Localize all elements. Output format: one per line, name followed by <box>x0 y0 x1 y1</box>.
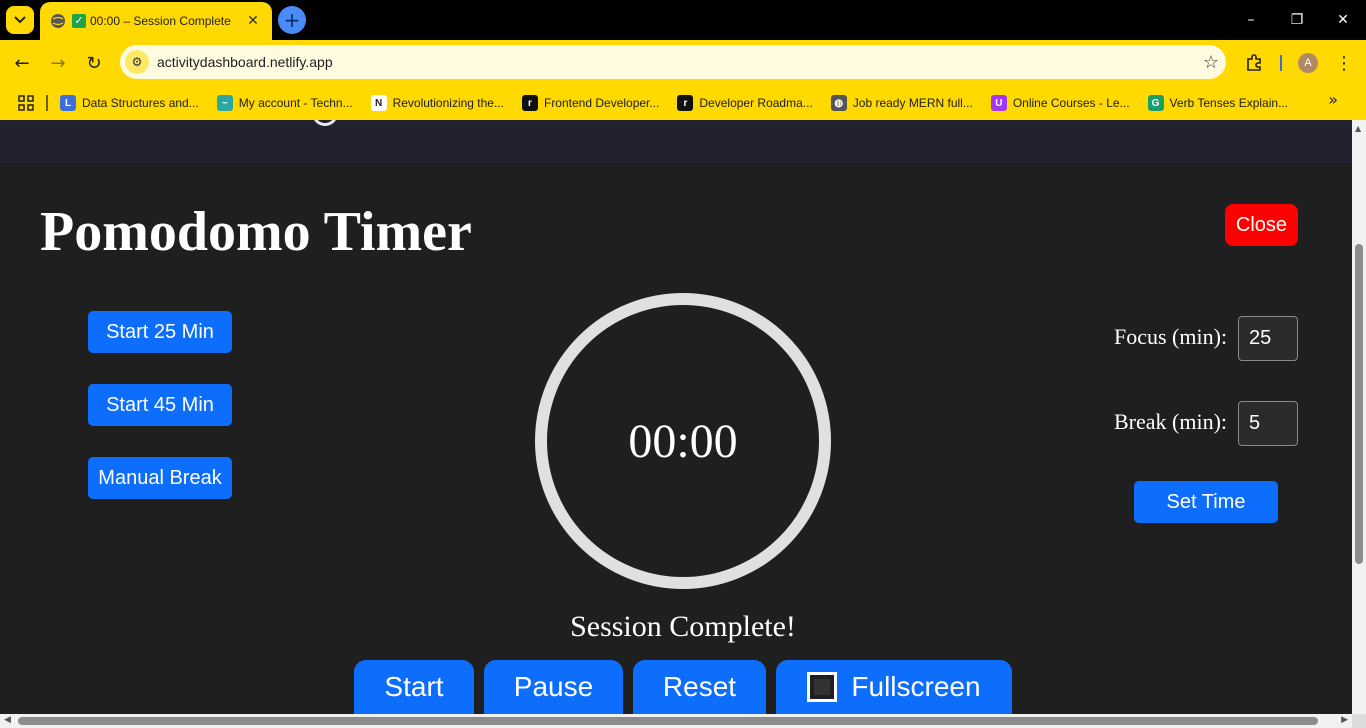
set-time-button[interactable]: Set Time <box>1134 481 1278 523</box>
bookmark-favicon-icon: r <box>677 95 694 111</box>
window-close-icon[interactable]: ✕ <box>1320 0 1366 40</box>
active-tab[interactable]: ✓ 00:00 – Session Complete ✕ <box>40 2 272 40</box>
top-banner <box>0 120 1352 163</box>
fullscreen-button[interactable]: Fullscreen <box>776 660 1012 714</box>
scroll-right-icon[interactable]: ▶ <box>1341 715 1348 725</box>
timer-dial: 00:00 <box>535 293 831 589</box>
bookmark-star-icon[interactable]: ☆ <box>1196 52 1226 73</box>
url-text[interactable]: activitydashboard.netlify.app <box>157 54 1196 70</box>
bookmark-favicon-icon: ~ <box>216 95 233 111</box>
tab-title: 00:00 – Session Complete <box>90 14 231 28</box>
bookmark-label: My account - Techn... <box>238 96 353 110</box>
focus-minutes-input[interactable] <box>1238 316 1298 361</box>
fullscreen-label: Fullscreen <box>851 671 981 702</box>
minimize-icon[interactable]: – <box>1228 0 1274 40</box>
checkmark-icon: ✓ <box>72 14 86 28</box>
bookmark-favicon-icon: G <box>1147 95 1164 111</box>
start-button[interactable]: Start <box>354 660 474 714</box>
horizontal-scroll-thumb[interactable] <box>18 717 1318 725</box>
tab-strip: ✓ 00:00 – Session Complete ✕ + – ❐ ✕ <box>0 0 1366 40</box>
reload-icon[interactable]: ↻ <box>80 49 108 77</box>
bookmark-favicon-icon: U <box>990 95 1007 111</box>
toolbar-divider <box>1280 55 1282 71</box>
back-arrow-icon[interactable]: ← <box>8 49 36 77</box>
tab-search-button[interactable] <box>6 6 34 34</box>
address-bar[interactable]: ⚙ activitydashboard.netlify.app ☆ <box>120 45 1226 79</box>
bookmark-favicon-icon: r <box>521 95 538 111</box>
puzzle-icon <box>1247 54 1261 71</box>
focus-label: Focus (min): <box>1114 324 1228 349</box>
bookmark-list: L Data Structures and... ~ My account - Tec… <box>60 89 1306 117</box>
reset-button[interactable]: Reset <box>633 660 766 714</box>
site-settings-icon[interactable]: ⚙ <box>125 50 149 74</box>
bookmark-favicon-icon: N <box>370 95 387 111</box>
bookmark-item[interactable]: ◍ Job ready MERN full... <box>830 89 973 117</box>
forward-arrow-icon[interactable]: → <box>44 49 72 77</box>
chevron-down-icon <box>14 16 26 24</box>
timer-display: 00:00 <box>628 414 738 468</box>
horizontal-scrollbar[interactable]: ◀ ▶ <box>0 714 1352 728</box>
apps-grid-icon[interactable] <box>14 91 38 115</box>
manual-break-button[interactable]: Manual Break <box>88 457 232 499</box>
bookmarks-bar: L Data Structures and... ~ My account - Tec… <box>0 86 1366 120</box>
banner-glyph-fragment <box>312 120 338 126</box>
bookmark-favicon-icon: L <box>60 95 76 111</box>
kebab-menu-icon[interactable]: ⋮ <box>1330 49 1358 77</box>
session-status: Session Complete! <box>570 610 796 643</box>
bookmark-favicon-icon: ◍ <box>830 95 847 111</box>
bookmark-item[interactable]: L Data Structures and... <box>60 89 199 117</box>
close-button[interactable]: Close <box>1225 204 1298 246</box>
profile-avatar[interactable]: A <box>1298 53 1318 73</box>
restore-icon[interactable]: ❐ <box>1274 0 1320 40</box>
bookmark-item[interactable]: U Online Courses - Le... <box>990 89 1130 117</box>
bookmarks-divider <box>46 95 48 111</box>
bookmark-label: Online Courses - Le... <box>1012 96 1130 110</box>
scroll-up-icon[interactable]: ▲ <box>1355 124 1361 133</box>
globe-icon <box>51 14 65 28</box>
more-bookmarks-icon[interactable]: » <box>1328 90 1338 109</box>
bookmark-label: Revolutionizing the... <box>392 96 504 110</box>
pause-button[interactable]: Pause <box>484 660 623 714</box>
browser-toolbar: ← → ↻ ⚙ activitydashboard.netlify.app ☆ … <box>0 40 1366 86</box>
break-minutes-input[interactable] <box>1238 401 1298 446</box>
bookmark-item[interactable]: r Frontend Developer... <box>521 89 660 117</box>
bookmark-label: Verb Tenses Explain... <box>1169 96 1289 110</box>
bookmark-label: Developer Roadma... <box>699 96 813 110</box>
bookmark-item[interactable]: N Revolutionizing the... <box>370 89 504 117</box>
bookmark-item[interactable]: r Developer Roadma... <box>677 89 813 117</box>
new-tab-button[interactable]: + <box>278 6 306 34</box>
bookmark-label: Frontend Developer... <box>543 96 660 110</box>
page-title: Pomodomo Timer <box>40 201 472 263</box>
break-label: Break (min): <box>1114 409 1228 434</box>
page-viewport: Pomodomo Timer Close Start 25 Min Start … <box>0 120 1352 714</box>
vertical-scrollbar[interactable]: ▲ <box>1352 120 1366 714</box>
bookmark-item[interactable]: G Verb Tenses Explain... <box>1147 89 1289 117</box>
vertical-scroll-thumb[interactable] <box>1355 244 1363 564</box>
fullscreen-icon <box>807 672 838 702</box>
scrollbar-corner <box>1352 714 1366 728</box>
start-45-min-button[interactable]: Start 45 Min <box>88 384 232 426</box>
start-25-min-button[interactable]: Start 25 Min <box>88 311 232 353</box>
bookmark-label: Job ready MERN full... <box>852 96 973 110</box>
bookmark-item[interactable]: ~ My account - Techn... <box>216 89 353 117</box>
scroll-left-icon[interactable]: ◀ <box>4 715 11 725</box>
bookmark-label: Data Structures and... <box>82 96 199 110</box>
close-tab-icon[interactable]: ✕ <box>244 13 262 29</box>
extensions-icon[interactable] <box>1240 49 1268 77</box>
